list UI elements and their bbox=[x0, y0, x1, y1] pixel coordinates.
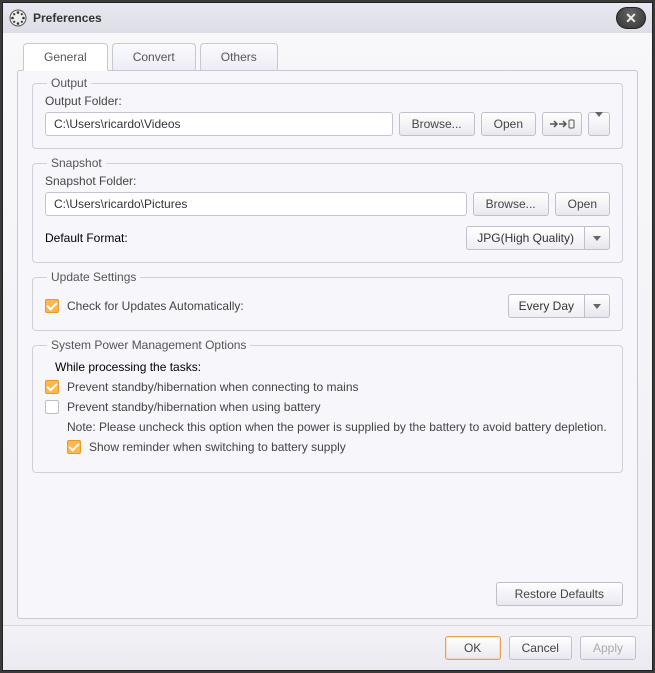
check-updates-checkbox[interactable] bbox=[45, 299, 59, 313]
snapshot-group: Snapshot Snapshot Folder: Browse... Open… bbox=[32, 163, 623, 263]
apply-button[interactable]: Apply bbox=[580, 636, 636, 660]
show-reminder-checkbox[interactable] bbox=[67, 440, 81, 454]
default-format-value: JPG(High Quality) bbox=[466, 226, 584, 250]
snapshot-folder-input[interactable] bbox=[45, 192, 467, 216]
chevron-down-icon bbox=[593, 304, 601, 309]
update-frequency-value: Every Day bbox=[508, 294, 584, 318]
preferences-window: Preferences ✕ General Convert Others Out… bbox=[2, 2, 653, 671]
window-title: Preferences bbox=[33, 11, 610, 25]
titlebar: Preferences ✕ bbox=[3, 3, 652, 33]
tab-others[interactable]: Others bbox=[200, 43, 278, 71]
output-action-button[interactable] bbox=[542, 112, 582, 136]
battery-note: Note: Please uncheck this option when th… bbox=[45, 420, 610, 434]
cancel-button[interactable]: Cancel bbox=[509, 636, 572, 660]
output-folder-label: Output Folder: bbox=[45, 94, 610, 108]
content-area: General Convert Others Output Output Fol… bbox=[3, 33, 652, 625]
snapshot-legend: Snapshot bbox=[47, 156, 106, 170]
output-browse-button[interactable]: Browse... bbox=[399, 112, 475, 136]
close-icon: ✕ bbox=[625, 11, 637, 25]
tab-convert[interactable]: Convert bbox=[112, 43, 196, 71]
chevron-down-icon bbox=[595, 112, 603, 131]
while-processing-label: While processing the tasks: bbox=[45, 360, 610, 374]
updates-legend: Update Settings bbox=[47, 270, 140, 284]
ok-button[interactable]: OK bbox=[445, 636, 501, 660]
send-to-device-icon bbox=[549, 118, 575, 130]
chevron-down-icon bbox=[593, 236, 601, 241]
show-reminder-label: Show reminder when switching to battery … bbox=[89, 440, 346, 454]
updates-group: Update Settings Check for Updates Automa… bbox=[32, 277, 623, 331]
general-panel: Output Output Folder: Browse... Open Sna… bbox=[17, 70, 638, 619]
output-open-button[interactable]: Open bbox=[481, 112, 536, 136]
tab-general[interactable]: General bbox=[23, 43, 108, 71]
snapshot-open-button[interactable]: Open bbox=[555, 192, 610, 216]
update-frequency-select[interactable]: Every Day bbox=[508, 294, 610, 318]
default-format-label: Default Format: bbox=[45, 231, 128, 245]
close-button[interactable]: ✕ bbox=[616, 7, 646, 29]
default-format-arrow[interactable] bbox=[584, 226, 610, 250]
power-legend: System Power Management Options bbox=[47, 338, 250, 352]
snapshot-browse-button[interactable]: Browse... bbox=[473, 192, 549, 216]
tab-bar: General Convert Others bbox=[17, 43, 638, 71]
dialog-footer: OK Cancel Apply bbox=[3, 625, 652, 670]
output-folder-input[interactable] bbox=[45, 112, 393, 136]
restore-defaults-button[interactable]: Restore Defaults bbox=[496, 582, 623, 606]
prevent-standby-battery-checkbox[interactable] bbox=[45, 400, 59, 414]
check-updates-label: Check for Updates Automatically: bbox=[67, 299, 244, 313]
output-legend: Output bbox=[47, 76, 91, 90]
output-action-dropdown[interactable] bbox=[588, 112, 610, 136]
output-group: Output Output Folder: Browse... Open bbox=[32, 83, 623, 149]
app-icon bbox=[9, 9, 27, 27]
default-format-select[interactable]: JPG(High Quality) bbox=[466, 226, 610, 250]
power-group: System Power Management Options While pr… bbox=[32, 345, 623, 473]
prevent-standby-battery-label: Prevent standby/hibernation when using b… bbox=[67, 400, 321, 414]
prevent-standby-mains-label: Prevent standby/hibernation when connect… bbox=[67, 380, 359, 394]
snapshot-folder-label: Snapshot Folder: bbox=[45, 174, 610, 188]
update-frequency-arrow[interactable] bbox=[584, 294, 610, 318]
prevent-standby-mains-checkbox[interactable] bbox=[45, 380, 59, 394]
